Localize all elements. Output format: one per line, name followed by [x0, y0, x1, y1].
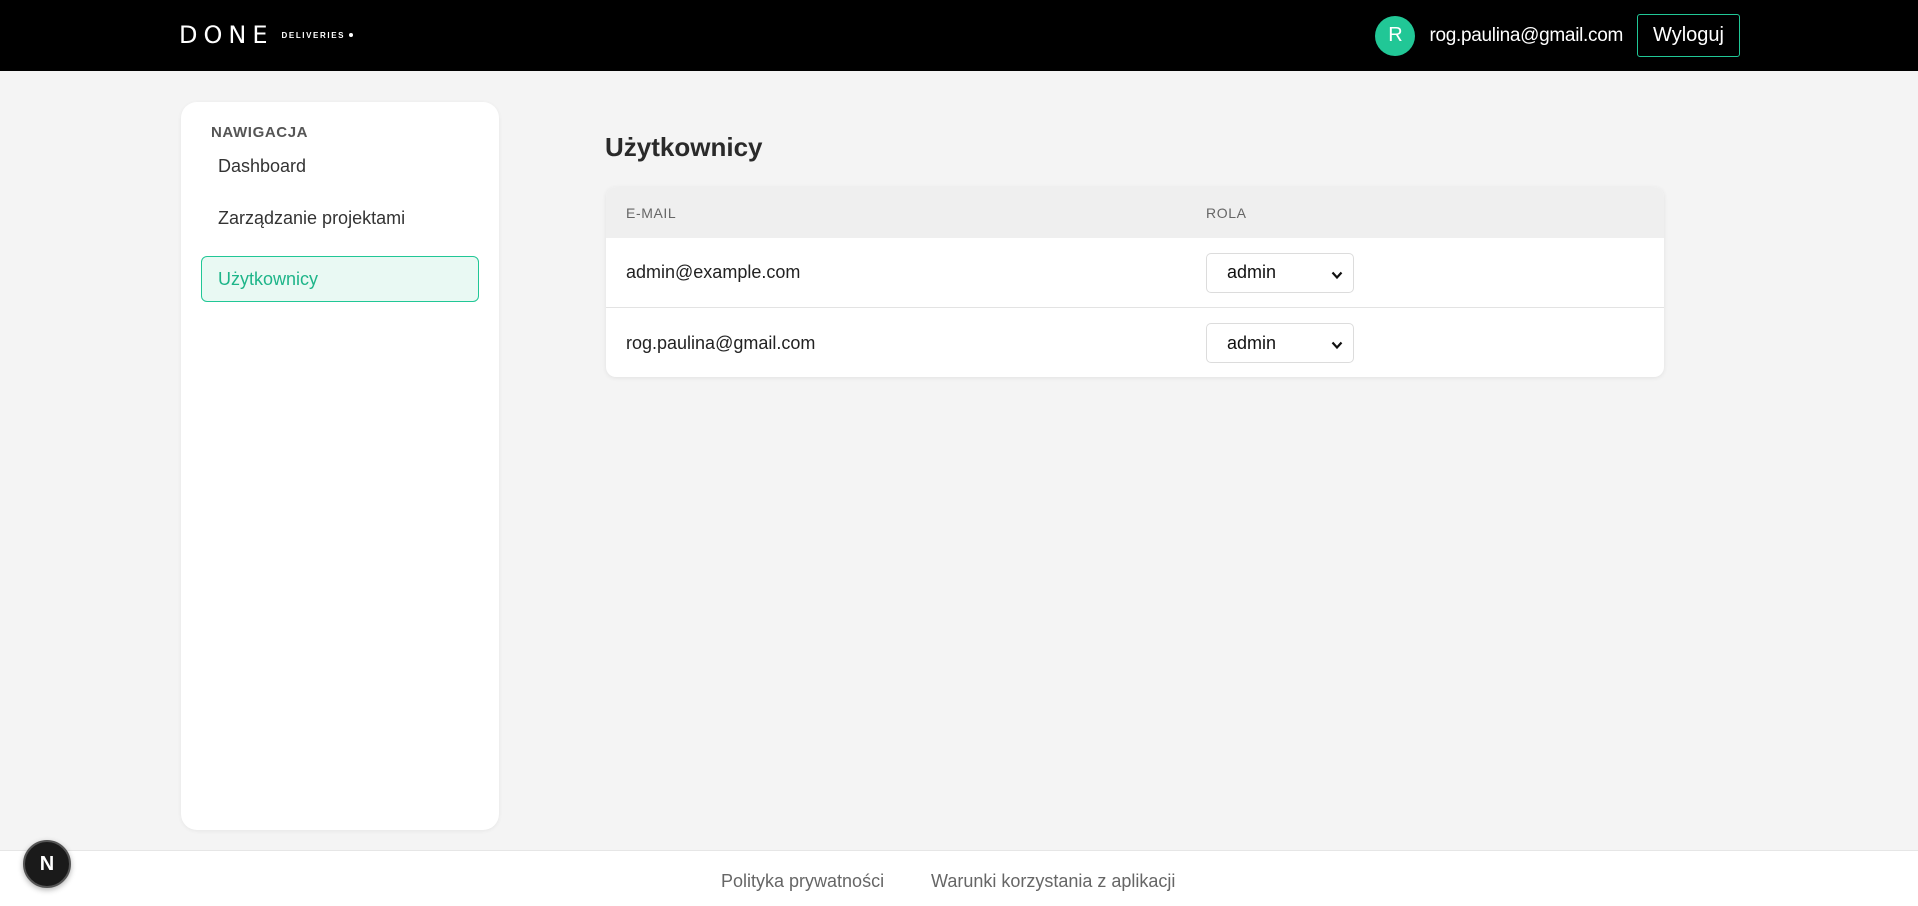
- user-email-cell: rog.paulina@gmail.com: [626, 332, 816, 353]
- privacy-policy-link[interactable]: Polityka prywatności: [721, 871, 884, 892]
- users-table: E-MAIL ROLA admin@example.com admin rog.…: [606, 187, 1664, 377]
- role-select-value: admin: [1227, 332, 1277, 353]
- table-header: E-MAIL ROLA: [606, 187, 1664, 238]
- logo-sub-text: DELIVERIES: [281, 30, 346, 40]
- role-select-value: admin: [1227, 262, 1277, 282]
- logo-dot-icon: [349, 33, 354, 37]
- chevron-down-icon: [1331, 266, 1343, 287]
- sidebar-item-label: Zarządzanie projektami: [218, 207, 406, 228]
- sidebar-item-users[interactable]: Użytkownicy: [201, 256, 479, 302]
- sidebar-item-dashboard[interactable]: Dashboard: [201, 143, 479, 189]
- next-dev-badge[interactable]: N: [23, 840, 71, 888]
- sidebar-item-projects[interactable]: Zarządzanie projektami: [201, 195, 479, 241]
- avatar[interactable]: R: [1375, 15, 1416, 56]
- role-select[interactable]: admin: [1206, 252, 1354, 293]
- column-header-role: ROLA: [1206, 204, 1247, 221]
- chevron-down-icon: [1331, 336, 1343, 357]
- logo-sub: DELIVERIES: [282, 31, 354, 40]
- column-header-email: E-MAIL: [626, 204, 677, 221]
- user-email: rog.paulina@gmail.com: [1429, 24, 1624, 46]
- sidebar-item-label: Dashboard: [218, 155, 307, 176]
- sidebar-title: NAWIGACJA: [211, 124, 309, 141]
- footer: Polityka prywatności Warunki korzystania…: [0, 850, 1918, 906]
- page-title: Użytkownicy: [605, 132, 763, 162]
- top-bar: DONE DELIVERIES R rog.paulina@gmail.com …: [0, 0, 1918, 71]
- logout-button[interactable]: Wyloguj: [1637, 14, 1740, 57]
- user-area: R rog.paulina@gmail.com Wyloguj: [1375, 14, 1740, 57]
- logo[interactable]: DONE DELIVERIES: [179, 21, 354, 49]
- user-email-cell: admin@example.com: [626, 262, 801, 282]
- role-select[interactable]: admin: [1206, 323, 1354, 363]
- table-row: rog.paulina@gmail.com admin: [606, 308, 1664, 377]
- logo-main: DONE: [179, 21, 274, 49]
- table-row: admin@example.com admin: [606, 238, 1664, 308]
- terms-link[interactable]: Warunki korzystania z aplikacji: [931, 871, 1175, 892]
- sidebar-item-label: Użytkownicy: [218, 268, 319, 289]
- sidebar: NAWIGACJA Dashboard Zarządzanie projekta…: [181, 102, 499, 830]
